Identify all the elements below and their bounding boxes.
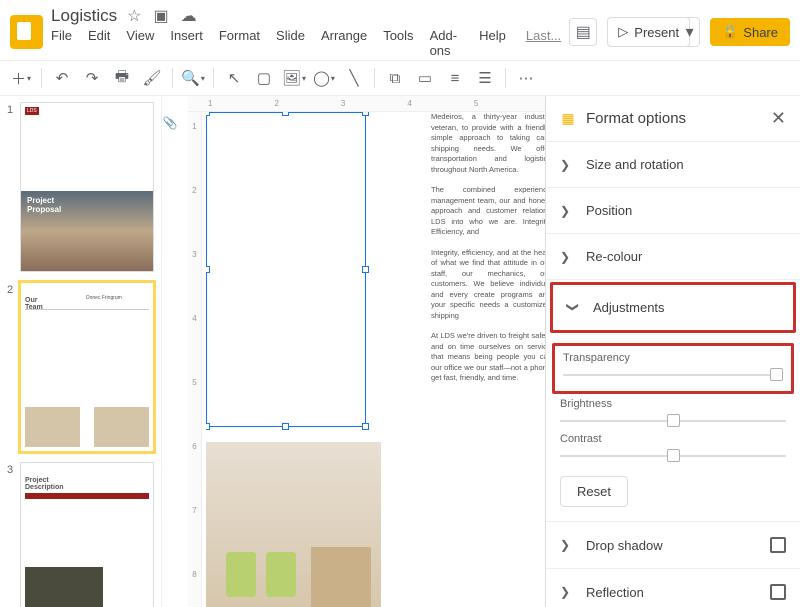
reflection-section[interactable]: ❯ Reflection xyxy=(546,569,800,607)
menu-file[interactable]: File xyxy=(51,28,72,58)
ruler-vertical: 12345678910 xyxy=(188,112,202,607)
menu-slide[interactable]: Slide xyxy=(276,28,305,58)
select-tool[interactable]: ↖ xyxy=(221,65,247,91)
menu-arrange[interactable]: Arrange xyxy=(321,28,367,58)
menu-edit[interactable]: Edit xyxy=(88,28,110,58)
brightness-slider[interactable] xyxy=(560,413,786,429)
star-icon[interactable]: ☆ xyxy=(127,6,141,26)
canvas[interactable]: 12345 12345678910 Medeiros, a th xyxy=(178,96,545,607)
more-button[interactable]: ⋯ xyxy=(513,65,539,91)
slide-thumb-3[interactable]: Project Description xyxy=(20,462,154,607)
shape-tool[interactable]: ◯▾ xyxy=(311,65,337,91)
filmstrip: 1 LDS Project Proposal 2 Our Team Donec … xyxy=(0,96,162,607)
position-section[interactable]: ❯ Position xyxy=(546,188,800,233)
mask-tool[interactable]: ▭ xyxy=(412,65,438,91)
crop-tool[interactable]: ⧉ xyxy=(382,65,408,91)
slide-number: 2 xyxy=(4,282,16,296)
border-weight[interactable]: ☰ xyxy=(472,65,498,91)
reset-button[interactable]: Reset xyxy=(560,476,628,507)
contrast-slider[interactable] xyxy=(560,448,786,464)
menu-help[interactable]: Help xyxy=(479,28,506,58)
last-edit[interactable]: Last... xyxy=(526,28,561,58)
image-tool[interactable]: 🖼▾ xyxy=(281,65,307,91)
slide-thumb-2[interactable]: Our Team Donec Fringrum xyxy=(20,282,154,452)
adjustments-section[interactable]: ❯ Adjustments xyxy=(553,285,793,330)
menu-addons[interactable]: Add-ons xyxy=(430,28,464,58)
menu-tools[interactable]: Tools xyxy=(383,28,413,58)
slide-text: Medeiros, a thirty-year industry veteran… xyxy=(431,112,545,394)
new-slide-button[interactable]: ＋▾ xyxy=(8,65,34,91)
border-color[interactable]: ≡ xyxy=(442,65,468,91)
chevron-right-icon: ❯ xyxy=(560,250,572,264)
zoom-button[interactable]: 🔍▾ xyxy=(180,65,206,91)
present-button[interactable]: ▷Present xyxy=(607,17,690,47)
drop-shadow-checkbox[interactable] xyxy=(770,537,786,553)
paint-format-button[interactable]: 🖌 xyxy=(139,65,165,91)
size-rotation-section[interactable]: ❯ Size and rotation xyxy=(546,142,800,187)
attach-icon[interactable]: 📎 xyxy=(162,96,178,607)
format-options-icon: ▦ xyxy=(560,111,576,127)
chevron-down-icon: ❯ xyxy=(566,302,580,314)
menu-view[interactable]: View xyxy=(126,28,154,58)
share-button[interactable]: 🔒Share xyxy=(710,18,790,46)
move-icon[interactable]: ▣ xyxy=(154,6,169,26)
chevron-right-icon: ❯ xyxy=(560,158,572,172)
menu-insert[interactable]: Insert xyxy=(170,28,203,58)
redo-button[interactable]: ↷ xyxy=(79,65,105,91)
close-panel-button[interactable]: ✕ xyxy=(771,108,786,129)
slide-image[interactable] xyxy=(206,442,381,607)
reflection-checkbox[interactable] xyxy=(770,584,786,600)
selected-image-frame[interactable] xyxy=(206,112,366,427)
ruler-horizontal: 12345 xyxy=(188,96,545,112)
print-button[interactable]: 🖶 xyxy=(109,65,135,91)
drop-shadow-section[interactable]: ❯ Drop shadow xyxy=(546,522,800,568)
brightness-label: Brightness xyxy=(560,398,786,410)
cloud-icon[interactable]: ☁ xyxy=(181,6,197,26)
chevron-right-icon: ❯ xyxy=(560,204,572,218)
line-tool[interactable]: ╲ xyxy=(341,65,367,91)
transparency-label: Transparency xyxy=(563,352,783,364)
doc-title[interactable]: Logistics xyxy=(51,6,117,26)
slide-number: 1 xyxy=(4,102,16,116)
toolbar: ＋▾ ↶ ↷ 🖶 🖌 🔍▾ ↖ ▢ 🖼▾ ◯▾ ╲ ⧉ ▭ ≡ ☰ ⋯ xyxy=(0,60,800,96)
format-panel: ▦ Format options ✕ ❯ Size and rotation ❯… xyxy=(545,96,800,607)
transparency-slider[interactable] xyxy=(563,367,783,383)
slides-logo[interactable] xyxy=(10,15,43,49)
undo-button[interactable]: ↶ xyxy=(49,65,75,91)
slide-number: 3 xyxy=(4,462,16,476)
slide-thumb-1[interactable]: LDS Project Proposal xyxy=(20,102,154,272)
chevron-right-icon: ❯ xyxy=(560,585,572,599)
recolour-section[interactable]: ❯ Re-colour xyxy=(546,234,800,279)
panel-title: Format options xyxy=(586,110,686,127)
textbox-tool[interactable]: ▢ xyxy=(251,65,277,91)
present-dropdown[interactable]: ▾ xyxy=(680,17,700,47)
contrast-label: Contrast xyxy=(560,433,786,445)
chevron-right-icon: ❯ xyxy=(560,538,572,552)
comments-button[interactable]: ▤ xyxy=(569,18,597,46)
menu-format[interactable]: Format xyxy=(219,28,260,58)
